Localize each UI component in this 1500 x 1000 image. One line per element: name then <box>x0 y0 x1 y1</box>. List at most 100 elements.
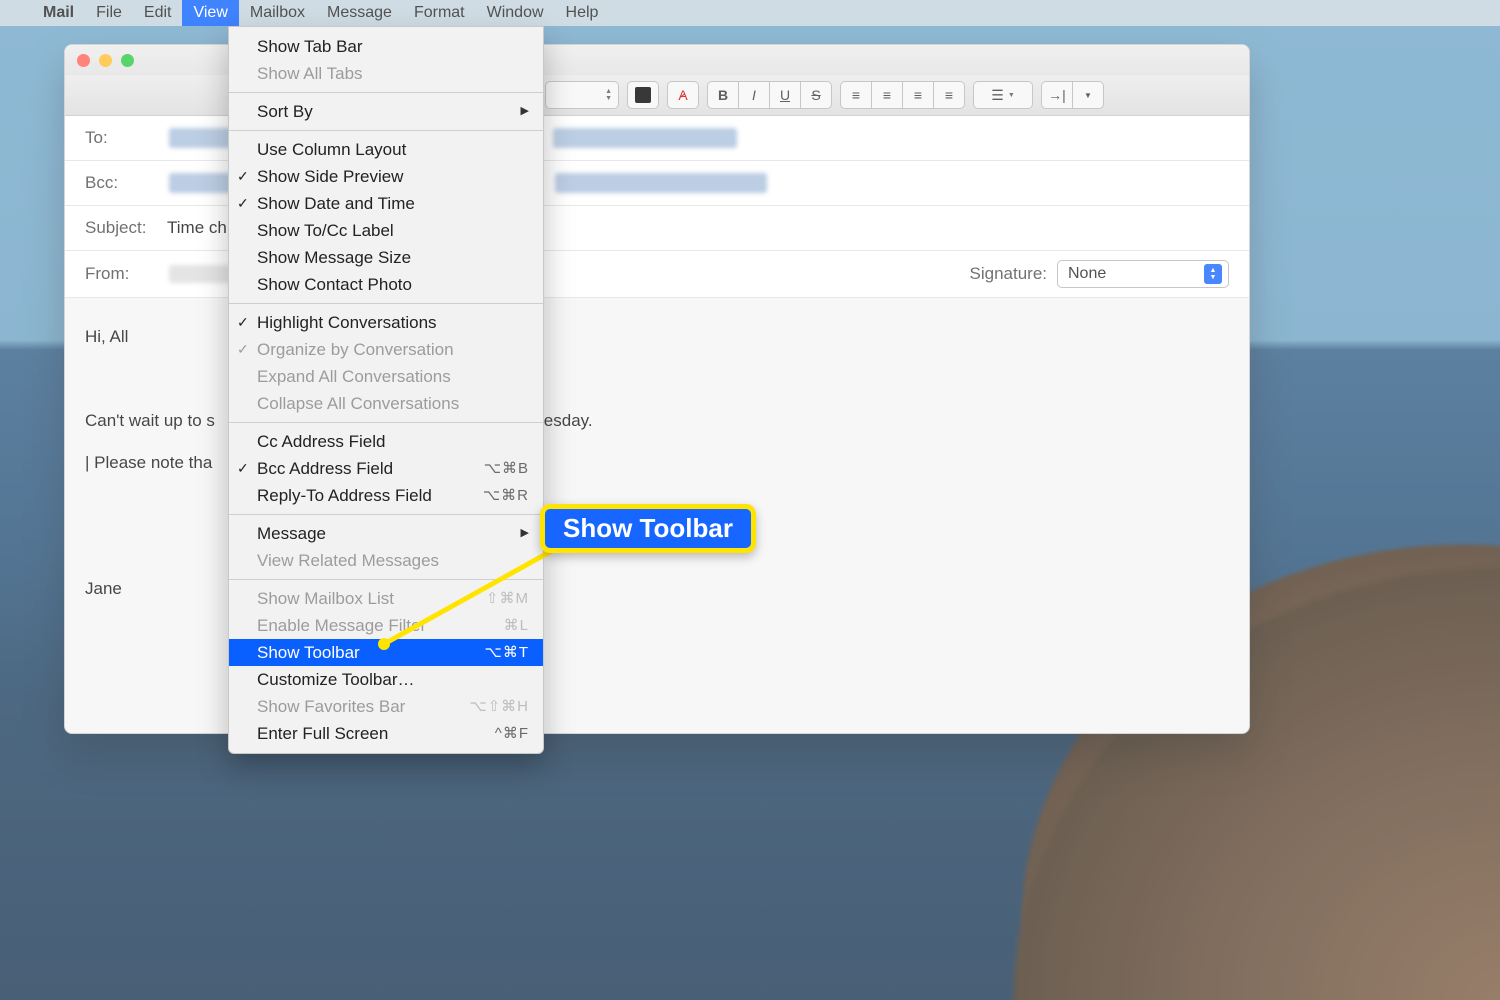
menu-item-label: Use Column Layout <box>257 137 406 162</box>
menu-item-label: Show Side Preview <box>257 164 403 189</box>
align-left-button[interactable]: ≡ <box>840 81 871 109</box>
menu-item-show-message-size[interactable]: Show Message Size <box>229 244 543 271</box>
strike-button[interactable]: S <box>800 81 832 109</box>
menu-item-show-toolbar[interactable]: Show Toolbar⌥⌘T <box>229 639 543 666</box>
bcc-chip-2[interactable] <box>555 173 767 193</box>
menu-item-label: Organize by Conversation <box>257 337 454 362</box>
indent-increase-button[interactable]: →| <box>1041 81 1072 109</box>
menu-item-label: Cc Address Field <box>257 429 386 454</box>
align-right-button[interactable]: ≡ <box>902 81 933 109</box>
menu-item-customize-toolbar[interactable]: Customize Toolbar… <box>229 666 543 693</box>
shortcut-label: ⌥⌘T <box>485 640 529 665</box>
menu-item-enter-full-screen[interactable]: Enter Full Screen ^⌘F <box>229 720 543 747</box>
menu-item-label: Expand All Conversations <box>257 364 451 389</box>
menu-item-show-contact-photo[interactable]: Show Contact Photo <box>229 271 543 298</box>
chevron-right-icon: ▶ <box>521 521 529 546</box>
text-style-group: B I U S <box>707 81 832 109</box>
menu-item-label: Customize Toolbar… <box>257 667 414 692</box>
checkmark-icon: ✓ <box>237 164 249 189</box>
menu-item-enable-message-filter: Enable Message Filter⌘L <box>229 612 543 639</box>
checkmark-icon: ✓ <box>237 310 249 335</box>
menu-item-bcc-address-field[interactable]: ✓Bcc Address Field⌥⌘B <box>229 455 543 482</box>
close-icon[interactable] <box>77 54 90 67</box>
text-color-button[interactable] <box>627 81 659 109</box>
chevron-updown-icon: ▲▼ <box>1204 264 1222 284</box>
menu-item-label: Show Date and Time <box>257 191 415 216</box>
list-style-select[interactable]: ☰▼ <box>973 81 1033 109</box>
checkmark-icon: ✓ <box>237 456 249 481</box>
menu-item-cc-address-field[interactable]: Cc Address Field <box>229 428 543 455</box>
menu-item-use-column-layout[interactable]: Use Column Layout <box>229 136 543 163</box>
menu-item-label: Show Tab Bar <box>257 34 363 59</box>
view-menu-dropdown: Show Tab BarShow All Tabs Sort By ▶ Use Col… <box>228 26 544 754</box>
menu-item-show-date-and-time[interactable]: ✓ Show Date and Time <box>229 190 543 217</box>
menu-item-organize-by-conversation: ✓ Organize by Conversation <box>229 336 543 363</box>
menu-item-label: Sort By <box>257 99 313 124</box>
menu-window[interactable]: Window <box>476 0 555 26</box>
menu-item-label: Show Mailbox List <box>257 586 394 611</box>
app-menu[interactable]: Mail <box>32 4 85 22</box>
font-size-select[interactable]: ▲▼ <box>545 81 619 109</box>
bold-button[interactable]: B <box>707 81 738 109</box>
menu-help[interactable]: Help <box>555 0 610 26</box>
menu-item-label: Show All Tabs <box>257 61 363 86</box>
align-group: ≡ ≡ ≡ ≡ <box>840 81 965 109</box>
menu-item-collapse-all-conversations: Collapse All Conversations <box>229 390 543 417</box>
align-justify-button[interactable]: ≡ <box>933 81 965 109</box>
checkmark-icon: ✓ <box>237 337 249 362</box>
menu-item-label: Message <box>257 521 326 546</box>
signature-value: None <box>1068 265 1106 283</box>
to-label: To: <box>85 128 163 148</box>
bcc-label: Bcc: <box>85 173 163 193</box>
menu-item-label: Collapse All Conversations <box>257 391 459 416</box>
menu-item-label: Show Contact Photo <box>257 272 412 297</box>
indent-decrease-button[interactable]: ▼ <box>1072 81 1104 109</box>
menu-format[interactable]: Format <box>403 0 476 26</box>
menu-mailbox[interactable]: Mailbox <box>239 0 316 26</box>
menu-item-highlight-conversations[interactable]: ✓ Highlight Conversations <box>229 309 543 336</box>
menu-edit[interactable]: Edit <box>133 0 183 26</box>
minimize-icon[interactable] <box>99 54 112 67</box>
menu-item-show-tab-bar[interactable]: Show Tab Bar <box>229 33 543 60</box>
traffic-lights <box>77 54 134 67</box>
menu-item-message[interactable]: Message ▶ <box>229 520 543 547</box>
shortcut-label: ⌥⌘R <box>483 483 529 508</box>
underline-button[interactable]: U <box>769 81 800 109</box>
menu-item-label: Show Message Size <box>257 245 411 270</box>
menu-item-show-all-tabs: Show All Tabs <box>229 60 543 87</box>
from-label: From: <box>85 264 163 284</box>
menu-item-sort-by[interactable]: Sort By ▶ <box>229 98 543 125</box>
menu-item-show-favorites-bar: Show Favorites Bar ⌥⇧⌘H <box>229 693 543 720</box>
menu-item-label: Highlight Conversations <box>257 310 437 335</box>
menu-item-label: Show To/Cc Label <box>257 218 394 243</box>
to-chip-2[interactable] <box>553 128 737 148</box>
align-center-button[interactable]: ≡ <box>871 81 902 109</box>
menu-item-show-to-cc-label[interactable]: Show To/Cc Label <box>229 217 543 244</box>
indent-group: →| ▼ <box>1041 81 1104 109</box>
menubar: Mail File Edit View Mailbox Message Form… <box>0 0 1500 26</box>
shortcut-label: ^⌘F <box>495 721 529 746</box>
subject-value[interactable]: Time ch <box>167 218 227 238</box>
menu-item-show-mailbox-list: Show Mailbox List ⇧⌘M <box>229 585 543 612</box>
signature-select[interactable]: None ▲▼ <box>1057 260 1229 288</box>
chevron-right-icon: ▶ <box>521 99 529 124</box>
shortcut-label: ⇧⌘M <box>486 586 529 611</box>
menu-item-reply-to-address-field[interactable]: Reply-To Address Field ⌥⌘R <box>229 482 543 509</box>
shortcut-label: ⌥⇧⌘H <box>469 694 529 719</box>
checkmark-icon: ✓ <box>237 191 249 216</box>
menu-item-label: Reply-To Address Field <box>257 483 432 508</box>
clear-style-button[interactable]: A <box>667 81 699 109</box>
italic-button[interactable]: I <box>738 81 769 109</box>
zoom-icon[interactable] <box>121 54 134 67</box>
callout-show-toolbar: Show Toolbar <box>540 504 756 553</box>
menu-view[interactable]: View <box>182 0 238 26</box>
shortcut-label: ⌘L <box>504 613 529 638</box>
signature-label: Signature: <box>970 264 1048 284</box>
shortcut-label: ⌥⌘B <box>484 456 529 481</box>
menu-item-show-side-preview[interactable]: ✓ Show Side Preview <box>229 163 543 190</box>
menu-item-expand-all-conversations: Expand All Conversations <box>229 363 543 390</box>
menu-item-label: Show Favorites Bar <box>257 694 405 719</box>
menu-message[interactable]: Message <box>316 0 403 26</box>
menu-file[interactable]: File <box>85 0 133 26</box>
menu-item-label: Enter Full Screen <box>257 721 388 746</box>
